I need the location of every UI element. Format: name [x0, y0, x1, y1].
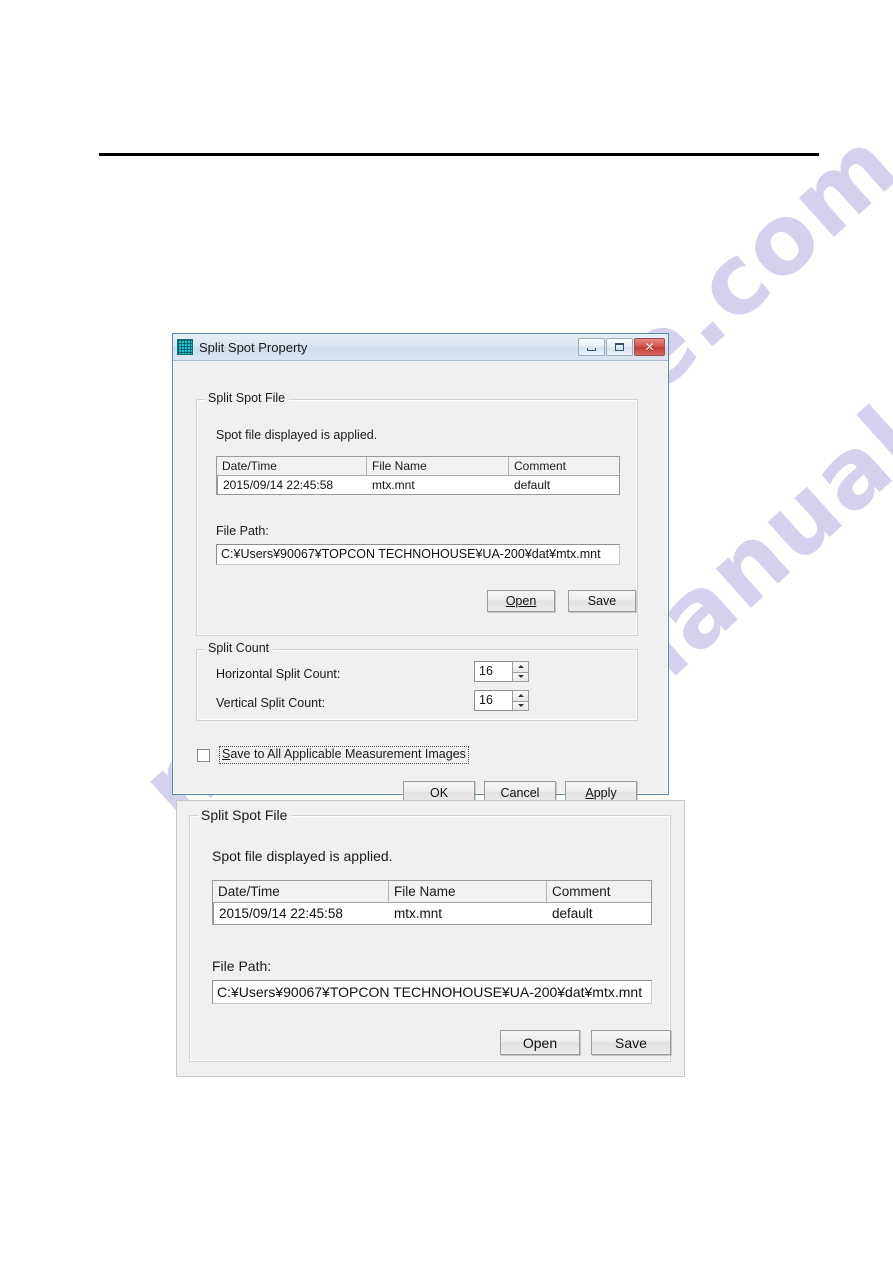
cell-file-name: mtx.mnt: [394, 906, 443, 921]
column-header-date-time[interactable]: Date/Time: [217, 457, 367, 475]
detail-spot-file-hint: Spot file displayed is applied.: [212, 848, 393, 864]
open-button-label: Open: [522, 1034, 558, 1051]
column-header-file-name[interactable]: File Name: [389, 881, 547, 902]
maximize-icon: [615, 343, 624, 351]
dialog-title: Split Spot Property: [199, 339, 308, 355]
save-button[interactable]: Save: [568, 590, 636, 612]
close-icon: ✕: [644, 340, 655, 354]
split-spot-file-detail-panel: Split Spot File Spot file displayed is a…: [176, 800, 685, 1077]
open-button-label: Open: [505, 594, 537, 608]
cell-comment: default: [514, 478, 551, 492]
table-header-row: Date/Time File Name Comment: [217, 457, 619, 476]
cancel-button-label: Cancel: [500, 785, 540, 800]
column-header-date-time[interactable]: Date/Time: [213, 881, 389, 902]
stepper-up-button[interactable]: [512, 661, 529, 672]
file-path-input[interactable]: C:¥Users¥90067¥TOPCON TECHNOHOUSE¥UA-200…: [216, 544, 620, 565]
detail-open-button[interactable]: Open: [500, 1030, 580, 1055]
dialog-titlebar[interactable]: Split Spot Property ✕: [173, 334, 668, 361]
apply-button-label-remainder: pply: [593, 785, 617, 800]
file-path-label: File Path:: [216, 524, 269, 538]
detail-save-button[interactable]: Save: [591, 1030, 671, 1055]
page-header-rule: [99, 153, 819, 156]
stepper-down-button[interactable]: [512, 671, 529, 682]
save-button-label: Save: [615, 1034, 647, 1051]
caret-up-icon: [517, 665, 524, 669]
horizontal-split-count-label: Horizontal Split Count:: [216, 667, 341, 681]
caret-up-icon: [517, 694, 524, 698]
vertical-stepper-buttons: [512, 690, 529, 711]
table-header-row: Date/Time File Name Comment: [213, 881, 651, 903]
detail-spot-file-table[interactable]: Date/Time File Name Comment 2015/09/14 2…: [212, 880, 652, 925]
minimize-button[interactable]: [578, 338, 605, 356]
caret-down-icon: [517, 675, 524, 679]
minimize-icon: [587, 347, 596, 351]
column-header-file-name[interactable]: File Name: [367, 457, 509, 475]
close-button[interactable]: ✕: [634, 338, 665, 356]
vertical-split-count-label: Vertical Split Count:: [216, 696, 326, 710]
caret-down-icon: [517, 704, 524, 708]
ok-button-label: OK: [429, 785, 449, 800]
detail-group-legend: Split Spot File: [198, 808, 292, 822]
stepper-up-button[interactable]: [512, 690, 529, 701]
split-spot-property-dialog: Split Spot Property ✕ Split Spot File Sp…: [172, 333, 669, 804]
split-count-legend: Split Count: [205, 642, 274, 655]
horizontal-split-count-input[interactable]: 16: [474, 661, 512, 682]
cell-date-time: 2015/09/14 22:45:58: [213, 903, 389, 924]
access-key-letter: A: [585, 785, 594, 800]
horizontal-split-count-stepper[interactable]: 16: [474, 661, 529, 682]
cell-file-name: mtx.mnt: [372, 478, 415, 492]
label-remainder: ave to All Applicable Measurement Images: [230, 747, 466, 761]
save-to-all-images-label[interactable]: Save to All Applicable Measurement Image…: [219, 746, 469, 764]
maximize-button[interactable]: [606, 338, 633, 356]
split-count-group: Split Count Horizontal Split Count: 16 V…: [196, 642, 638, 721]
column-header-comment[interactable]: Comment: [509, 457, 619, 475]
horizontal-stepper-buttons: [512, 661, 529, 682]
detail-file-path-label: File Path:: [212, 958, 272, 974]
save-button-label: Save: [587, 594, 617, 608]
cell-date-time: 2015/09/14 22:45:58: [217, 476, 367, 494]
spot-file-table[interactable]: Date/Time File Name Comment 2015/09/14 2…: [216, 456, 620, 495]
spot-file-hint: Spot file displayed is applied.: [216, 428, 378, 442]
split-spot-file-legend: Split Spot File: [205, 392, 290, 405]
table-row[interactable]: 2015/09/14 22:45:58 mtx.mnt default: [217, 476, 619, 494]
window-controls: ✕: [578, 338, 665, 356]
split-spot-file-group: Split Spot File Spot file displayed is a…: [196, 392, 638, 636]
column-header-comment[interactable]: Comment: [547, 881, 651, 902]
save-to-all-images-row[interactable]: Save to All Applicable Measurement Image…: [197, 746, 469, 764]
table-row[interactable]: 2015/09/14 22:45:58 mtx.mnt default: [213, 903, 651, 924]
stepper-down-button[interactable]: [512, 700, 529, 711]
dialog-body: Split Spot File Spot file displayed is a…: [173, 361, 668, 804]
save-to-all-images-checkbox[interactable]: [197, 748, 210, 762]
detail-file-path-input[interactable]: C:¥Users¥90067¥TOPCON TECHNOHOUSE¥UA-200…: [212, 980, 652, 1004]
cell-comment: default: [552, 906, 593, 921]
vertical-split-count-stepper[interactable]: 16: [474, 690, 529, 711]
matrix-grid-icon: [177, 339, 193, 355]
open-button[interactable]: Open: [487, 590, 555, 612]
vertical-split-count-input[interactable]: 16: [474, 690, 512, 711]
detail-split-spot-file-group: Split Spot File Spot file displayed is a…: [189, 808, 671, 1062]
